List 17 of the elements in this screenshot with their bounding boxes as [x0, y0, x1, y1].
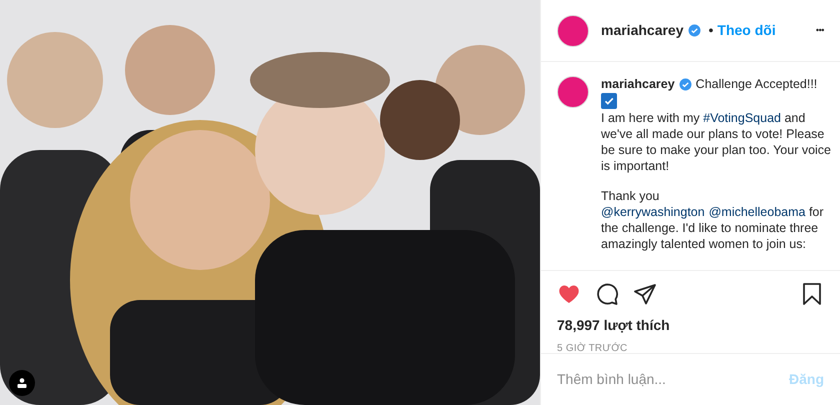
bookmark-icon[interactable]: [800, 282, 824, 306]
caption-link[interactable]: #VotingSquad: [703, 111, 781, 125]
likes-count[interactable]: 78,997 lượt thích: [557, 315, 824, 336]
separator-dot: •: [708, 21, 714, 40]
share-icon[interactable]: [633, 282, 657, 306]
checkbox-emoji-icon: [601, 93, 617, 109]
caption-text: I am here with my #VotingSquad and we've all made our plans to vote! Please be sure to make your plan too. Your voice is important!: [601, 110, 832, 174]
username[interactable]: mariahcarey: [601, 76, 675, 92]
username[interactable]: mariahcarey: [601, 20, 684, 41]
caption-link[interactable]: @michelleobama: [708, 205, 806, 219]
caption-text: Thank you @kerrywashington @michelleobama for the challenge. I'd like to nominate three amazingly talented women to join us:: [601, 188, 825, 252]
avatar[interactable]: [557, 14, 589, 46]
caption-link[interactable]: @kerrywashington: [601, 205, 705, 219]
more-options-button[interactable]: •••: [816, 24, 824, 38]
avatar[interactable]: [557, 76, 589, 108]
caption-title: Challenge Accepted!!!: [696, 76, 818, 92]
comment-icon[interactable]: [595, 282, 619, 306]
